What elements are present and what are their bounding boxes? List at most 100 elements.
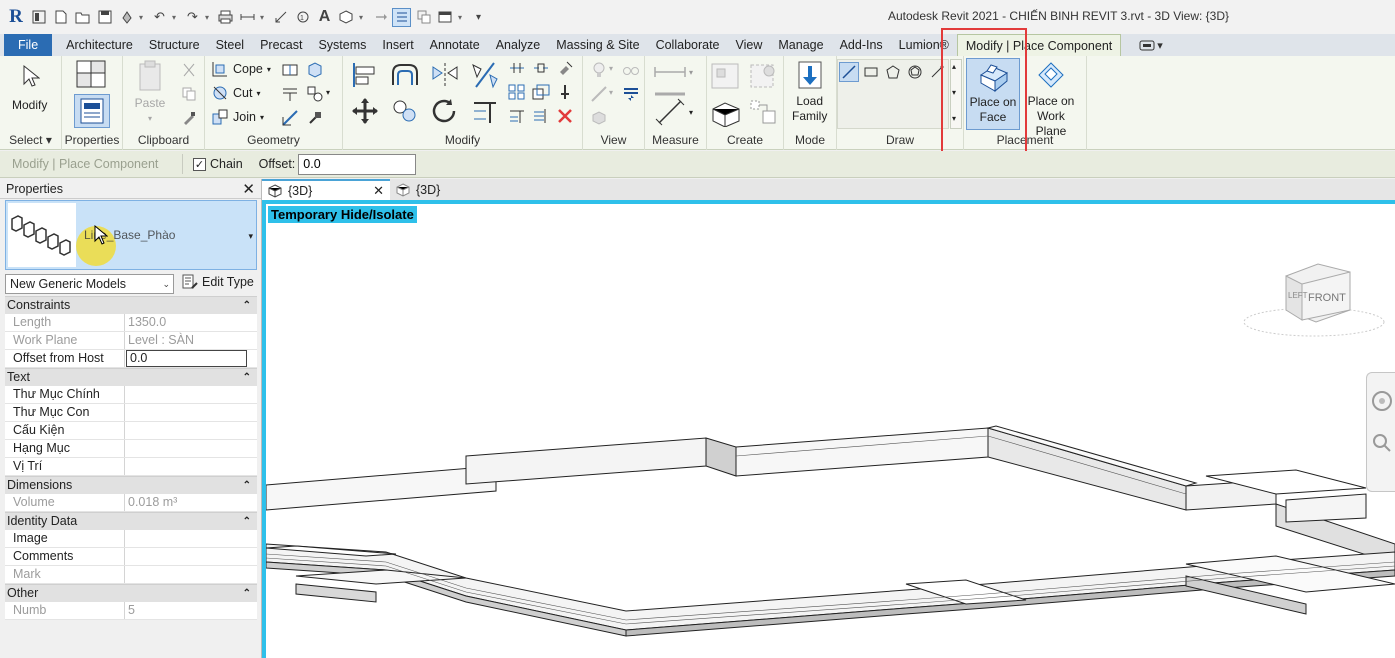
create-assembly-icon[interactable] <box>709 60 743 92</box>
trim-single-icon[interactable] <box>507 106 527 126</box>
place-on-face-button[interactable]: Place on Face <box>966 58 1020 130</box>
category-constraints[interactable]: Constraints ⌃ <box>5 296 257 314</box>
join-button[interactable]: Join ▾ <box>211 108 264 126</box>
redo-icon[interactable]: ↷ <box>183 8 202 27</box>
instance-filter-select[interactable]: New Generic Models ⌄ <box>5 274 174 294</box>
mirror-pick-axis-icon[interactable] <box>429 60 461 90</box>
ribbon-minimize-icon[interactable] <box>1139 40 1155 51</box>
measure-dropdown-icon[interactable]: ▾ <box>260 13 268 22</box>
linework-dropdown-icon[interactable]: ▾ <box>609 88 613 97</box>
section-icon[interactable] <box>370 8 389 27</box>
copy-element-icon[interactable] <box>389 96 421 126</box>
navigation-bar[interactable] <box>1366 372 1395 492</box>
new-file-icon[interactable] <box>51 8 70 27</box>
wall-joins-icon[interactable] <box>280 84 300 104</box>
mirror-draw-axis-icon[interactable] <box>469 60 501 90</box>
home-icon[interactable] <box>29 8 48 27</box>
override-graphics-dropdown-icon[interactable]: ▾ <box>609 64 613 73</box>
measure-dropdown-icon[interactable]: ▾ <box>689 68 693 77</box>
offset-from-host-input[interactable]: 0.0 <box>126 350 247 367</box>
trim-extend-corner-icon[interactable] <box>469 96 501 126</box>
steering-wheel-icon[interactable] <box>1370 389 1394 413</box>
pick-tool-icon[interactable] <box>305 108 325 128</box>
default-3d-view-icon[interactable] <box>337 8 356 27</box>
property-value[interactable] <box>125 404 257 421</box>
save-icon[interactable] <box>95 8 114 27</box>
modify-button[interactable]: Modify <box>12 58 47 113</box>
gallery-expand-icon[interactable]: ▾ <box>952 114 956 123</box>
tab-precast[interactable]: Precast <box>252 34 310 56</box>
tab-annotate[interactable]: Annotate <box>422 34 488 56</box>
type-selector-dropdown-icon[interactable]: ▾ <box>248 231 253 242</box>
3d-viewport[interactable]: FRONT LEFT Temporary Hide/Isolate <box>262 200 1395 658</box>
demolish-dropdown-icon[interactable]: ▾ <box>326 88 330 97</box>
tab-collaborate[interactable]: Collaborate <box>648 34 728 56</box>
ribbon-display-dropdown-icon[interactable]: ▾ <box>1157 39 1163 52</box>
dimension-dropdown-icon[interactable]: ▾ <box>689 108 693 117</box>
collapse-icon[interactable]: ⌃ <box>243 369 251 386</box>
glasses-icon[interactable] <box>621 60 641 80</box>
view-tab-3d-active[interactable]: {3D} ✕ <box>262 179 390 200</box>
split-element-icon[interactable] <box>280 108 300 128</box>
rotate-icon[interactable] <box>429 96 461 126</box>
property-value[interactable] <box>125 422 257 439</box>
array-icon[interactable] <box>507 82 527 102</box>
property-value[interactable] <box>125 530 257 547</box>
undo-dropdown-icon[interactable]: ▾ <box>172 13 180 22</box>
measure-icon[interactable] <box>238 8 257 27</box>
category-identity-data[interactable]: Identity Data ⌃ <box>5 512 257 530</box>
close-hidden-windows-icon[interactable] <box>414 8 433 27</box>
cut-dropdown-icon[interactable]: ▾ <box>256 89 260 98</box>
offset-input[interactable] <box>298 153 417 175</box>
3d-view-dropdown-icon[interactable]: ▾ <box>359 13 367 22</box>
redo-dropdown-icon[interactable]: ▾ <box>205 13 213 22</box>
cut-scissors-icon[interactable] <box>179 60 199 80</box>
aligned-dimension-icon[interactable] <box>271 8 290 27</box>
delete-icon[interactable] <box>555 106 575 126</box>
tab-systems[interactable]: Systems <box>310 34 374 56</box>
tag-icon[interactable]: 1 <box>293 8 312 27</box>
text-icon[interactable]: A <box>315 8 334 27</box>
move-icon[interactable] <box>349 96 381 126</box>
collapse-icon[interactable]: ⌃ <box>243 513 251 530</box>
paint-icon[interactable] <box>305 60 325 80</box>
join-dropdown-icon[interactable]: ▾ <box>260 113 264 122</box>
gallery-up-icon[interactable]: ▴ <box>952 62 956 71</box>
properties-palette-icon[interactable] <box>74 94 110 128</box>
hide-element-icon[interactable] <box>589 108 609 128</box>
paste-dropdown-icon[interactable]: ▾ <box>148 111 152 126</box>
scale-icon[interactable] <box>531 82 551 102</box>
thin-lines-icon[interactable] <box>392 7 411 27</box>
cut-geometry-button[interactable]: Cut ▾ <box>211 84 260 102</box>
draw-polygon-icon[interactable] <box>883 62 903 82</box>
category-text[interactable]: Text ⌃ <box>5 368 257 386</box>
switch-windows-icon[interactable] <box>436 8 455 27</box>
sync-dropdown-icon[interactable]: ▾ <box>139 13 147 22</box>
align-icon[interactable] <box>349 60 381 90</box>
viewcube[interactable]: FRONT LEFT <box>1243 263 1385 337</box>
cope-dropdown-icon[interactable]: ▾ <box>267 65 271 74</box>
pin-icon[interactable] <box>555 82 575 102</box>
tab-massing-site[interactable]: Massing & Site <box>548 34 647 56</box>
load-family-button[interactable]: Load Family <box>792 58 827 124</box>
paste-button[interactable]: Paste ▾ <box>133 58 167 126</box>
collapse-icon[interactable]: ⌃ <box>243 297 251 314</box>
split-with-gap-icon[interactable] <box>531 58 551 78</box>
select-panel-dropdown[interactable]: Select ▾ <box>0 133 61 147</box>
copy-icon[interactable] <box>179 84 199 104</box>
view-filter-icon[interactable] <box>621 84 641 104</box>
customize-qat-icon[interactable]: ▾ <box>469 8 488 27</box>
property-value[interactable] <box>125 440 257 457</box>
chain-checkbox[interactable]: ✓ <box>193 157 206 171</box>
open-folder-icon[interactable] <box>73 8 92 27</box>
tab-lumion[interactable]: Lumion® <box>891 34 957 56</box>
undo-icon[interactable]: ↶ <box>150 8 169 27</box>
draw-line-icon[interactable] <box>839 62 859 82</box>
draw-gallery-scroll[interactable]: ▴ ▾ ▾ <box>950 59 962 129</box>
ribbon-display-toggle[interactable]: ▾ <box>1139 34 1163 56</box>
family-types-icon[interactable] <box>74 58 110 92</box>
category-other[interactable]: Other ⌃ <box>5 584 257 602</box>
sync-icon[interactable] <box>117 8 136 27</box>
tab-modify-place-component[interactable]: Modify | Place Component <box>956 34 1122 56</box>
gallery-down-icon[interactable]: ▾ <box>952 88 956 97</box>
